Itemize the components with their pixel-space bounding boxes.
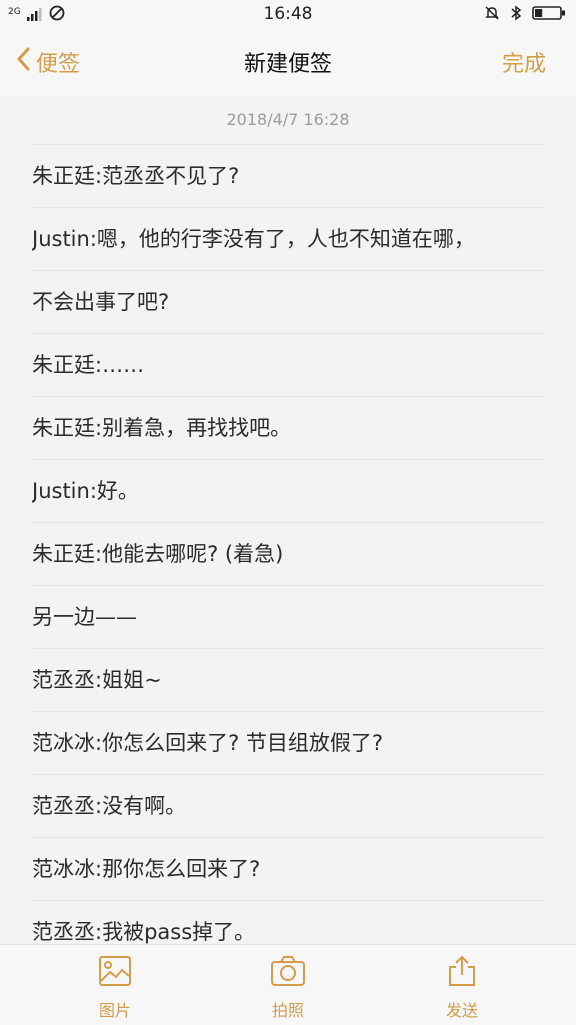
- note-line[interactable]: 朱正廷:他能去哪呢? (着急): [32, 523, 544, 586]
- note-line[interactable]: 范丞丞:姐姐~: [32, 649, 544, 712]
- page-title: 新建便签: [243, 52, 332, 77]
- note-line[interactable]: Justin:好。: [32, 460, 544, 523]
- send-button[interactable]: 发送: [402, 955, 522, 1021]
- share-icon: [402, 955, 522, 991]
- note-line[interactable]: 范冰冰:那你怎么回来了?: [32, 838, 544, 901]
- note-line[interactable]: 朱正廷:……: [32, 334, 544, 397]
- note-line[interactable]: 范冰冰:你怎么回来了? 节目组放假了?: [32, 712, 544, 775]
- done-button[interactable]: 完成: [502, 46, 546, 78]
- note-line[interactable]: 范丞丞:我被pass掉了。: [32, 901, 544, 944]
- nav-bar: 便签 新建便签 完成: [0, 30, 576, 97]
- note-line[interactable]: 范丞丞:没有啊。: [32, 775, 544, 838]
- insert-image-button[interactable]: 图片: [55, 955, 175, 1021]
- note-line[interactable]: 朱正廷:别着急，再找找吧。: [32, 397, 544, 460]
- image-label: 图片: [98, 1001, 131, 1020]
- note-line[interactable]: 不会出事了吧?: [32, 271, 544, 334]
- note-line[interactable]: 朱正廷:范丞丞不见了?: [32, 145, 544, 208]
- bottom-toolbar: 图片 拍照 发送: [0, 944, 576, 1025]
- note-date: 2018/4/7 16:28: [32, 96, 544, 145]
- status-right: [484, 5, 566, 26]
- battery-icon: [532, 5, 566, 26]
- mute-bell-icon: [484, 5, 500, 26]
- note-editor[interactable]: 2018/4/7 16:28 朱正廷:范丞丞不见了? Justin:嗯，他的行李…: [0, 96, 576, 944]
- status-bar: 2G 16:48: [0, 0, 576, 30]
- note-line[interactable]: 另一边——: [32, 586, 544, 649]
- image-icon: [55, 955, 175, 991]
- take-photo-button[interactable]: 拍照: [228, 955, 348, 1021]
- photo-label: 拍照: [271, 1001, 304, 1020]
- bluetooth-icon: [510, 5, 522, 26]
- send-label: 发送: [445, 1001, 478, 1020]
- camera-icon: [228, 955, 348, 991]
- note-line[interactable]: Justin:嗯，他的行李没有了，人也不知道在哪，: [32, 208, 544, 271]
